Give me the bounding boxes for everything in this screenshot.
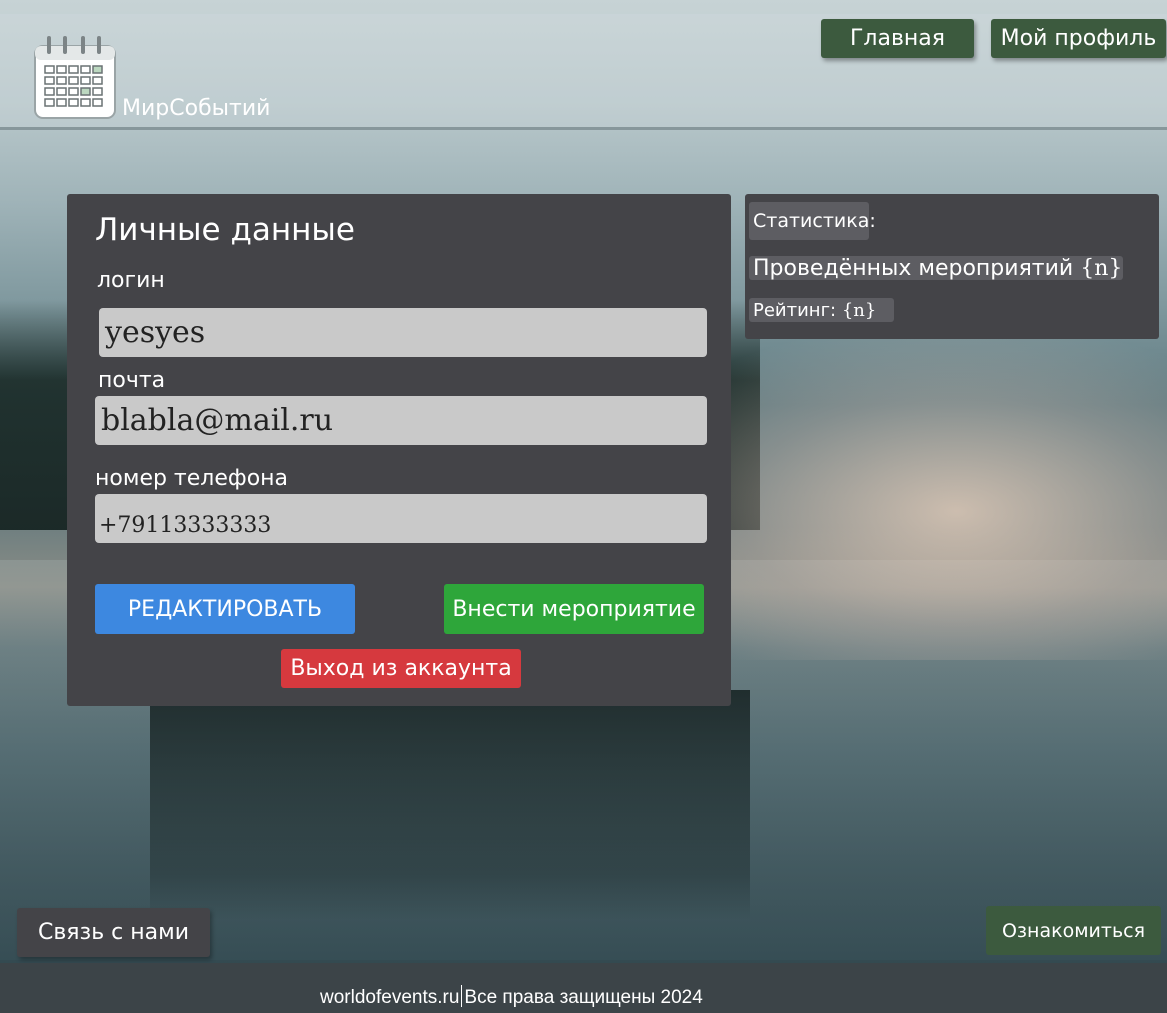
statistics-panel: Статистика: Проведённых мероприятий {n} …: [745, 194, 1159, 339]
learn-more-button[interactable]: Ознакомиться: [986, 906, 1161, 955]
footer-site[interactable]: worldofevents.ru: [320, 987, 459, 1008]
calendar-icon[interactable]: [33, 34, 117, 124]
phone-field[interactable]: +79113333333: [95, 494, 707, 543]
contact-us-button[interactable]: Связь с нами: [17, 908, 210, 957]
rating-label: Рейтинг:: [753, 299, 837, 321]
events-count-label: Проведённых мероприятий: [753, 255, 1074, 281]
personal-data-panel: Личные данные логин yesyes почта blabla@…: [67, 194, 731, 706]
footer-divider: [461, 985, 463, 1007]
phone-label: номер телефона: [95, 466, 289, 491]
events-count-stat: Проведённых мероприятий {n}: [749, 255, 1123, 281]
rating-value: {n}: [841, 299, 877, 321]
brand-name[interactable]: МирСобытий: [122, 96, 270, 121]
footer-rights: Все права защищены 2024: [464, 987, 703, 1008]
add-event-button[interactable]: Внести мероприятие: [444, 584, 704, 634]
logout-button[interactable]: Выход из аккаунта: [281, 649, 521, 688]
email-field[interactable]: blabla@mail.ru: [95, 396, 707, 445]
statistics-title: Статистика:: [749, 202, 876, 240]
tree-reflection: [150, 690, 750, 920]
login-field[interactable]: yesyes: [99, 308, 707, 357]
footer-text: worldofevents.ru Все права защищены 2024: [320, 985, 703, 1009]
email-label: почта: [98, 368, 166, 393]
nav-profile-button[interactable]: Мой профиль: [991, 19, 1166, 58]
edit-button[interactable]: РЕДАКТИРОВАТЬ: [95, 584, 355, 634]
login-label: логин: [97, 268, 165, 293]
events-count-value: {n}: [1080, 255, 1123, 281]
panel-title: Личные данные: [95, 212, 355, 248]
nav-home-button[interactable]: Главная: [821, 19, 974, 58]
footer: worldofevents.ru Все права защищены 2024: [0, 963, 1167, 1013]
rating-stat: Рейтинг: {n}: [749, 298, 894, 322]
